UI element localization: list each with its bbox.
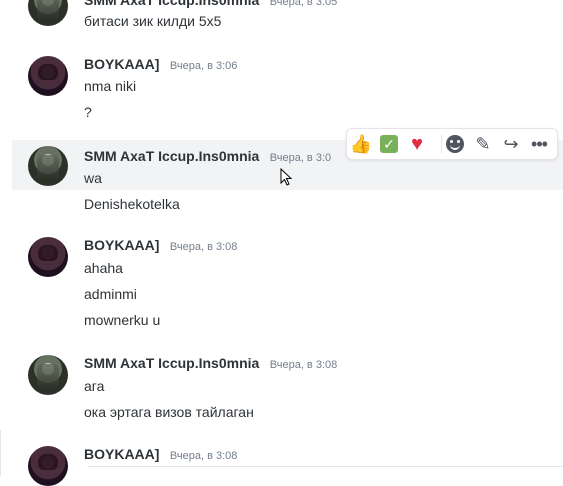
thumbs-up-icon: 👍 <box>349 133 373 154</box>
timestamp: Вчера, в 3:05 <box>269 0 338 8</box>
message-actions-toolbar: 👍 ✓ ♥ ✎ ↪ ••• <box>346 128 558 160</box>
message-text: mownerku u <box>84 312 161 328</box>
add-reaction-button[interactable] <box>444 133 466 155</box>
timestamp: Вчера, в 3:06 <box>169 60 238 72</box>
message-text: nma niki <box>84 78 137 94</box>
message-input-edge[interactable] <box>88 466 563 477</box>
left-rail <box>0 0 12 476</box>
message-group[interactable]: SMM AxaT Iccup.Ins0mnia Вчера, в 3:08 аг… <box>12 355 563 425</box>
message-text: ага <box>84 378 105 394</box>
avatar[interactable] <box>28 146 68 186</box>
reply-button[interactable]: ↪ <box>500 133 522 155</box>
emoji-icon <box>446 135 464 153</box>
username[interactable]: BOYKAAA] <box>84 56 159 72</box>
avatar[interactable] <box>28 237 68 277</box>
username[interactable]: SMM AxaT Iccup.Ins0mnia <box>84 355 259 371</box>
message-header: SMM AxaT Iccup.Ins0mnia Вчера, в 3:05 <box>84 0 337 10</box>
message-group[interactable]: SMM AxaT Iccup.Ins0mnia Вчера, в 3:05 би… <box>12 0 563 40</box>
avatar[interactable] <box>28 446 68 486</box>
heart-icon: ♥ <box>411 132 423 155</box>
message-text: Denishekotelka <box>84 196 180 212</box>
message-text: ahaha <box>84 260 123 276</box>
more-icon: ••• <box>531 133 548 154</box>
username[interactable]: SMM AxaT Iccup.Ins0mnia <box>84 0 259 8</box>
message-text: ? <box>84 104 92 120</box>
message-text: wa <box>84 170 102 186</box>
toolbar-divider <box>441 135 442 153</box>
timestamp: Вчера, в 3:08 <box>169 241 238 253</box>
pencil-icon: ✎ <box>475 133 491 154</box>
more-button[interactable]: ••• <box>528 133 550 155</box>
check-mark-icon: ✓ <box>380 135 398 153</box>
check-reaction-button[interactable]: ✓ <box>378 133 400 155</box>
mouse-cursor-icon <box>280 168 292 186</box>
message-header: BOYKAAA] Вчера, в 3:08 <box>84 446 237 464</box>
timestamp: Вчера, в 3:0 <box>269 152 332 164</box>
timestamp: Вчера, в 3:08 <box>169 450 238 462</box>
message-text: adminmi <box>84 286 137 302</box>
message-header: BOYKAAA] Вчера, в 3:06 <box>84 56 237 74</box>
message-header: BOYKAAA] Вчера, в 3:08 <box>84 237 237 255</box>
thumbs-up-reaction-button[interactable]: 👍 <box>350 133 372 155</box>
username[interactable]: SMM AxaT Iccup.Ins0mnia <box>84 148 259 164</box>
message-header: SMM AxaT Iccup.Ins0mnia Вчера, в 3:08 <box>84 355 337 373</box>
avatar[interactable] <box>28 56 68 96</box>
avatar[interactable] <box>28 0 68 26</box>
avatar[interactable] <box>28 355 68 395</box>
username[interactable]: BOYKAAA] <box>84 446 159 462</box>
left-divider <box>0 430 1 476</box>
message-text: битаси зик килди 5x5 <box>84 13 222 29</box>
message-header: SMM AxaT Iccup.Ins0mnia Вчера, в 3:0 <box>84 148 331 166</box>
edit-button[interactable]: ✎ <box>472 133 494 155</box>
chat-panel: SMM AxaT Iccup.Ins0mnia Вчера, в 3:05 би… <box>12 0 563 486</box>
username[interactable]: BOYKAAA] <box>84 237 159 253</box>
timestamp: Вчера, в 3:08 <box>269 359 338 371</box>
message-group[interactable]: BOYKAAA] Вчера, в 3:08 ahaha adminmi mow… <box>12 237 563 337</box>
heart-reaction-button[interactable]: ♥ <box>406 133 428 155</box>
message-text: ока эртага визов тайлаган <box>84 404 254 420</box>
reply-arrow-icon: ↪ <box>503 133 519 154</box>
message-group[interactable]: BOYKAAA] Вчера, в 3:06 nma niki ? <box>12 56 563 126</box>
